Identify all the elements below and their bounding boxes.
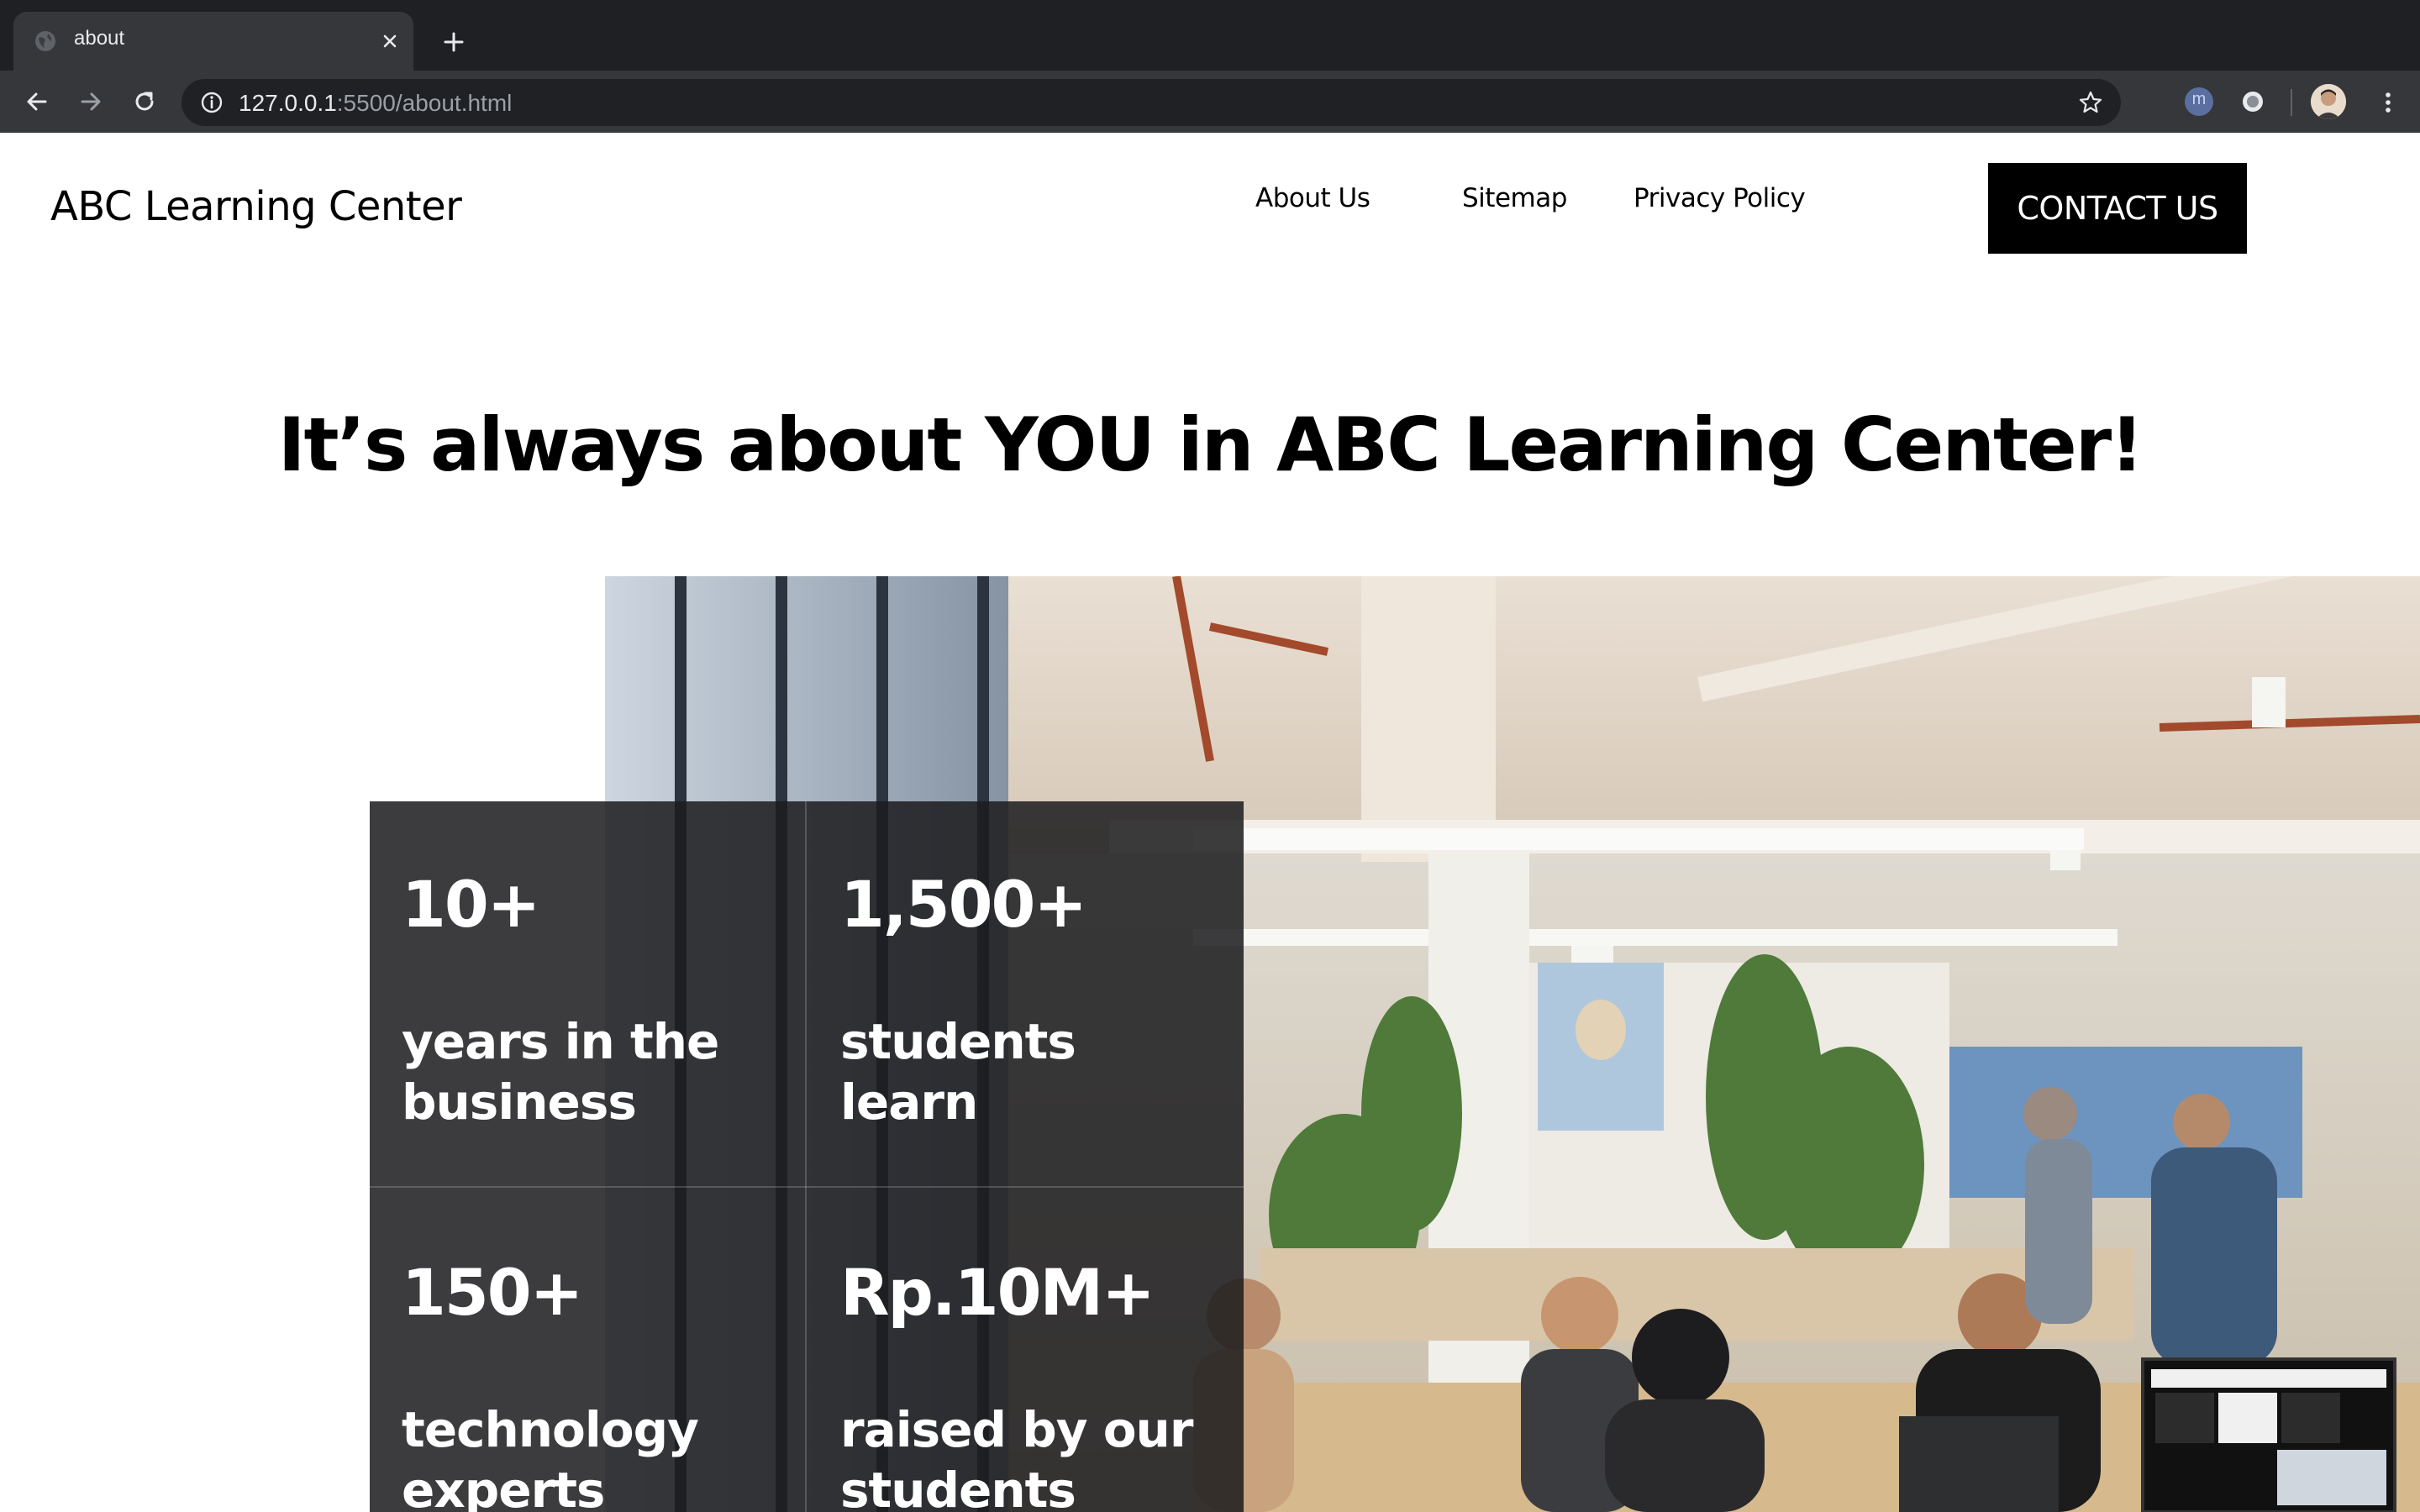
address-bar[interactable]: 127.0.0.1:5500/about.html bbox=[182, 79, 2121, 126]
url-host: 127.0.0.1 bbox=[239, 90, 337, 116]
extension-m-icon[interactable]: m bbox=[2185, 87, 2213, 116]
back-icon[interactable] bbox=[20, 85, 54, 118]
nav-privacy-policy[interactable]: Privacy Policy bbox=[1634, 183, 1806, 213]
new-tab-icon[interactable] bbox=[437, 25, 471, 59]
stat-value-experts: 150+ bbox=[402, 1255, 583, 1330]
close-tab-icon[interactable] bbox=[376, 28, 403, 55]
stats-divider-horizontal bbox=[370, 1186, 1244, 1188]
avatar-image bbox=[2311, 84, 2346, 119]
reload-icon[interactable] bbox=[128, 85, 161, 118]
toolbar-separator bbox=[2291, 89, 2292, 116]
stat-value-students: 1,500+ bbox=[840, 867, 1087, 942]
profile-avatar[interactable] bbox=[2311, 84, 2346, 119]
info-icon[interactable] bbox=[198, 89, 225, 116]
contact-us-button[interactable]: CONTACT US bbox=[1988, 163, 2247, 254]
stats-panel: 10+ years in the business 1,500+ student… bbox=[370, 801, 1244, 1512]
browser-toolbar: 127.0.0.1:5500/about.html m bbox=[0, 71, 2420, 133]
stat-label-students: students learn bbox=[840, 1013, 1076, 1131]
page-viewport: ABC Learning Center About Us Sitemap Pri… bbox=[0, 133, 2420, 1512]
extension-circle-icon[interactable] bbox=[2240, 89, 2265, 114]
nav-sitemap[interactable]: Sitemap bbox=[1462, 183, 1567, 213]
stat-label-experts: technology experts bbox=[402, 1401, 699, 1512]
page-headline: It’s always about YOU in ABC Learning Ce… bbox=[277, 402, 2144, 488]
url-text[interactable]: 127.0.0.1:5500/about.html bbox=[239, 90, 512, 117]
bookmark-star-icon[interactable] bbox=[2077, 89, 2104, 116]
globe-icon bbox=[35, 31, 55, 51]
stat-value-years: 10+ bbox=[402, 867, 540, 942]
stat-value-raised: Rp.10M+ bbox=[840, 1255, 1155, 1330]
tab-title: about bbox=[74, 27, 125, 50]
forward-icon[interactable] bbox=[74, 85, 108, 118]
url-path: :5500/about.html bbox=[336, 90, 513, 116]
stat-label-years: years in the business bbox=[402, 1013, 719, 1131]
site-logo[interactable]: ABC Learning Center bbox=[50, 183, 462, 230]
browser-menu-icon[interactable] bbox=[2371, 86, 2405, 119]
browser-tab[interactable]: about bbox=[13, 12, 413, 71]
stat-label-raised: raised by our students bbox=[840, 1401, 1193, 1512]
browser-tab-strip: about bbox=[0, 0, 2420, 71]
stats-divider-vertical bbox=[805, 801, 807, 1512]
nav-about-us[interactable]: About Us bbox=[1255, 183, 1370, 213]
